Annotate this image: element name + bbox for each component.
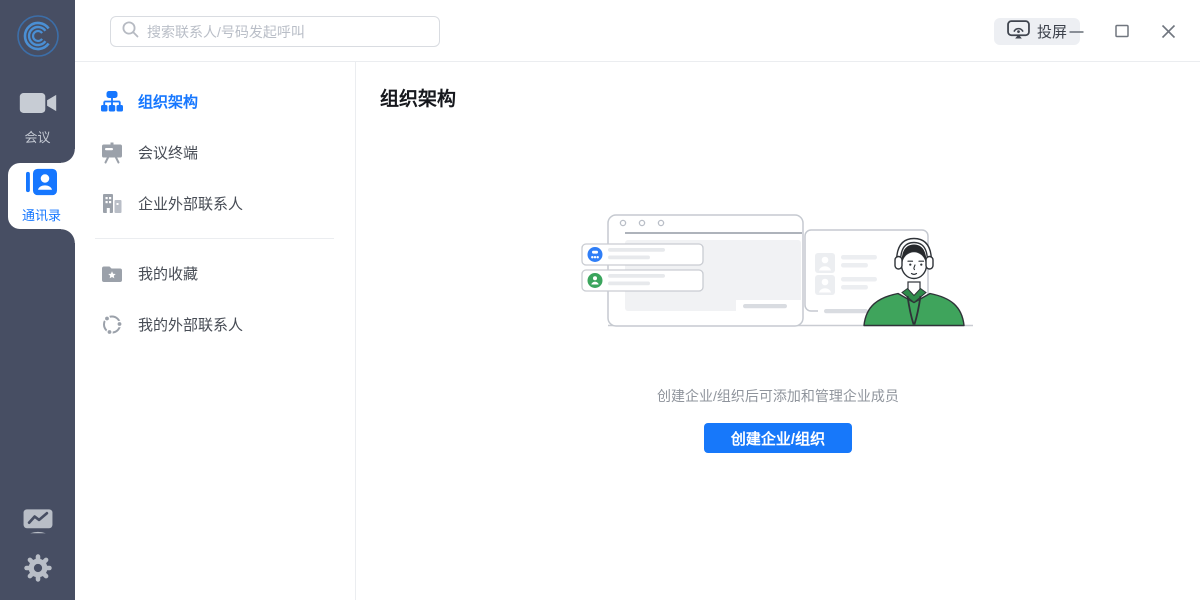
maximize-button[interactable] xyxy=(1110,17,1134,45)
minimize-button[interactable] xyxy=(1064,17,1088,45)
minimize-icon xyxy=(1069,30,1083,33)
settings-gear-icon xyxy=(23,554,52,582)
c-rings-logo xyxy=(17,15,59,57)
folder-star-icon xyxy=(100,262,124,286)
window-controls xyxy=(1064,17,1180,45)
cast-screen-label: 投屏 xyxy=(1036,24,1067,41)
close-icon xyxy=(1161,24,1175,38)
tab-curve-bottom xyxy=(61,229,75,243)
stats-button[interactable] xyxy=(18,504,58,538)
app-logo xyxy=(13,11,63,61)
rail-item-label: 通讯录 xyxy=(21,208,61,223)
contacts-book-icon xyxy=(26,168,57,201)
main-content: 组织架构 创建企业/组织后可添加和管理企业成员 创建企业/组织 xyxy=(356,62,1200,600)
rail-item-label: 会议 xyxy=(24,130,51,145)
sidebar-item-external-company-contacts[interactable]: 企业外部联系人 xyxy=(75,178,355,229)
meeting-terminal-icon xyxy=(100,141,124,165)
close-button[interactable] xyxy=(1156,17,1180,45)
sidebar-item-label: 我的外部联系人 xyxy=(138,317,244,334)
search-box[interactable] xyxy=(110,16,440,47)
create-org-button[interactable]: 创建企业/组织 xyxy=(704,423,852,453)
settings-button[interactable] xyxy=(20,550,56,586)
rail-bottom xyxy=(0,504,75,586)
sidebar-item-my-external-contacts[interactable]: 我的外部联系人 xyxy=(75,299,355,350)
empty-state: 创建企业/组织后可添加和管理企业成员 创建企业/组织 xyxy=(356,198,1200,453)
rail-item-meeting[interactable]: 会议 xyxy=(0,88,75,146)
sidebar-item-label: 会议终端 xyxy=(138,145,199,162)
sidebar-divider xyxy=(95,238,334,239)
sidebar-item-meeting-terminal[interactable]: 会议终端 xyxy=(75,127,355,178)
sidebar-item-label: 企业外部联系人 xyxy=(138,196,244,213)
page-title: 组织架构 xyxy=(380,89,457,110)
stats-monitor-icon xyxy=(23,509,52,534)
empty-state-hint: 创建企业/组织后可添加和管理企业成员 xyxy=(657,388,899,404)
tab-curve-top xyxy=(61,149,75,163)
cast-screen-icon xyxy=(1007,19,1030,44)
maximize-icon xyxy=(1115,24,1129,38)
sidebar-item-label: 组织架构 xyxy=(138,94,199,111)
sidebar-item-org-structure[interactable]: 组织架构 xyxy=(75,76,355,127)
network-contacts-icon xyxy=(100,313,124,337)
video-camera-icon xyxy=(18,88,58,123)
search-input[interactable] xyxy=(147,23,429,40)
org-empty-illustration xyxy=(581,214,973,327)
sidebar-item-label: 我的收藏 xyxy=(138,266,199,283)
topbar: 投屏 xyxy=(75,0,1200,62)
contacts-sidebar: 组织架构 会议终端 企业外部联系人 我的收藏 我的外部联系人 xyxy=(75,62,356,600)
left-rail: 会议 通讯录 xyxy=(0,0,75,600)
sidebar-item-my-favorites[interactable]: 我的收藏 xyxy=(75,248,355,299)
app-window: 会议 通讯录 搜索联系人/号码发起呼叫 投屏 组织架构 会议终端 企业外部联系人… xyxy=(0,0,1200,600)
search-icon xyxy=(121,20,139,43)
buildings-icon xyxy=(100,192,124,216)
rail-item-contacts[interactable]: 通讯录 xyxy=(8,149,75,243)
org-chart-icon xyxy=(100,90,124,114)
